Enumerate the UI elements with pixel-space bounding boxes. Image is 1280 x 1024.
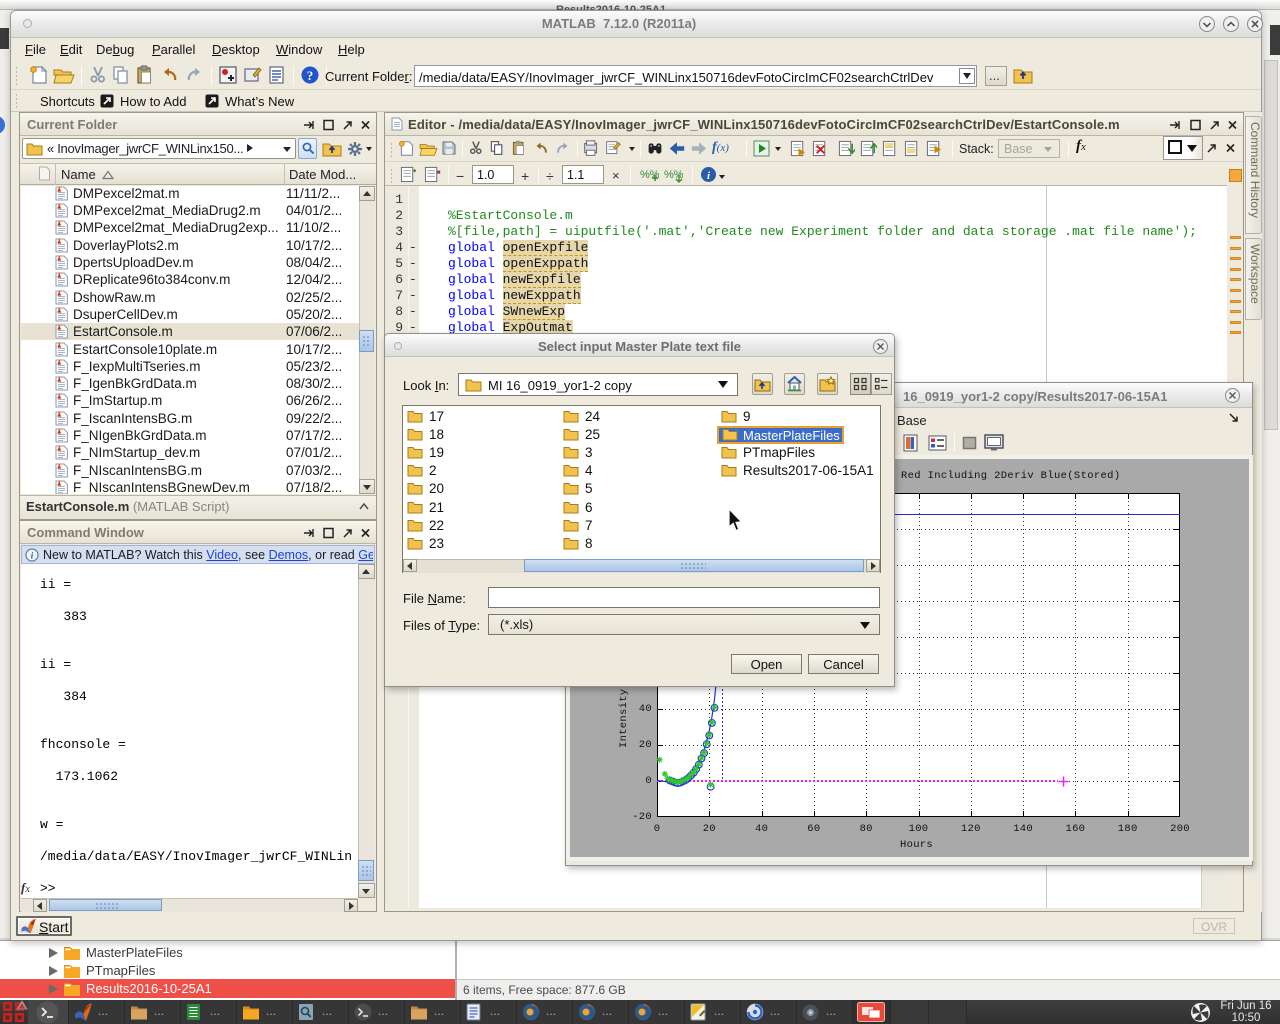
svg-text:%%: %% xyxy=(640,169,659,181)
svg-text:%%: %% xyxy=(664,169,683,181)
svg-text:?: ? xyxy=(307,68,314,83)
